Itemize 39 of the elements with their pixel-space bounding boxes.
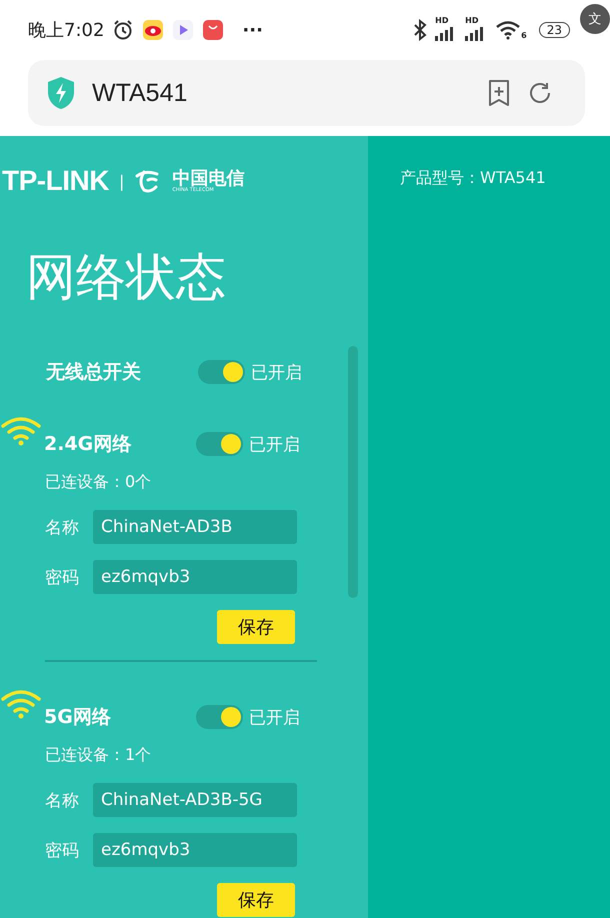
save-button[interactable]: 保存: [217, 610, 295, 644]
battery-icon: 23: [538, 22, 570, 38]
logo-separator: |: [118, 172, 124, 190]
toggle-switch[interactable]: [198, 360, 245, 384]
field-label: 密码: [45, 840, 80, 862]
field-label: 密码: [45, 566, 80, 588]
partner-name: 中国电信: [172, 170, 244, 188]
page-title: 网络状态: [26, 247, 227, 308]
play-app-icon: [172, 19, 194, 41]
section-label: 5G网络: [44, 705, 112, 730]
toggle-switch[interactable]: [196, 705, 243, 729]
more-notifications: ···: [242, 20, 263, 40]
field-label: 名称: [45, 516, 80, 538]
translate-button[interactable]: 文: [580, 4, 610, 34]
shopping-app-icon: [202, 19, 224, 41]
field-label: 名称: [45, 790, 80, 812]
switch-status: 已开启: [249, 706, 300, 728]
bookmark-add-icon[interactable]: [487, 79, 511, 107]
connected-devices: 已连设备：0个: [45, 472, 152, 493]
eye-app-icon: [142, 19, 164, 41]
shield-icon: [46, 76, 76, 110]
toggle-switch[interactable]: [196, 432, 243, 456]
url-text: WTA541: [92, 78, 188, 108]
clock-time: 晚上7:02: [28, 19, 104, 42]
switch-status: 已开启: [251, 362, 302, 384]
address-bar[interactable]: WTA541: [28, 60, 585, 126]
save-button[interactable]: 保存: [217, 883, 295, 917]
bluetooth-icon: [413, 19, 428, 41]
wifi-icon: [0, 415, 42, 447]
wifi-icon: [0, 688, 42, 720]
product-model: 产品型号：WTA541: [400, 168, 546, 187]
alarm-clock-icon: [112, 19, 134, 41]
brand-logo: TP-LINK: [2, 165, 109, 197]
reload-icon[interactable]: [527, 80, 553, 106]
scrollbar[interactable]: [348, 346, 358, 598]
section-label: 无线总开关: [46, 360, 142, 385]
connected-devices: 已连设备：1个: [45, 745, 152, 766]
switch-status: 已开启: [249, 434, 300, 456]
section-label: 2.4G网络: [44, 432, 132, 457]
